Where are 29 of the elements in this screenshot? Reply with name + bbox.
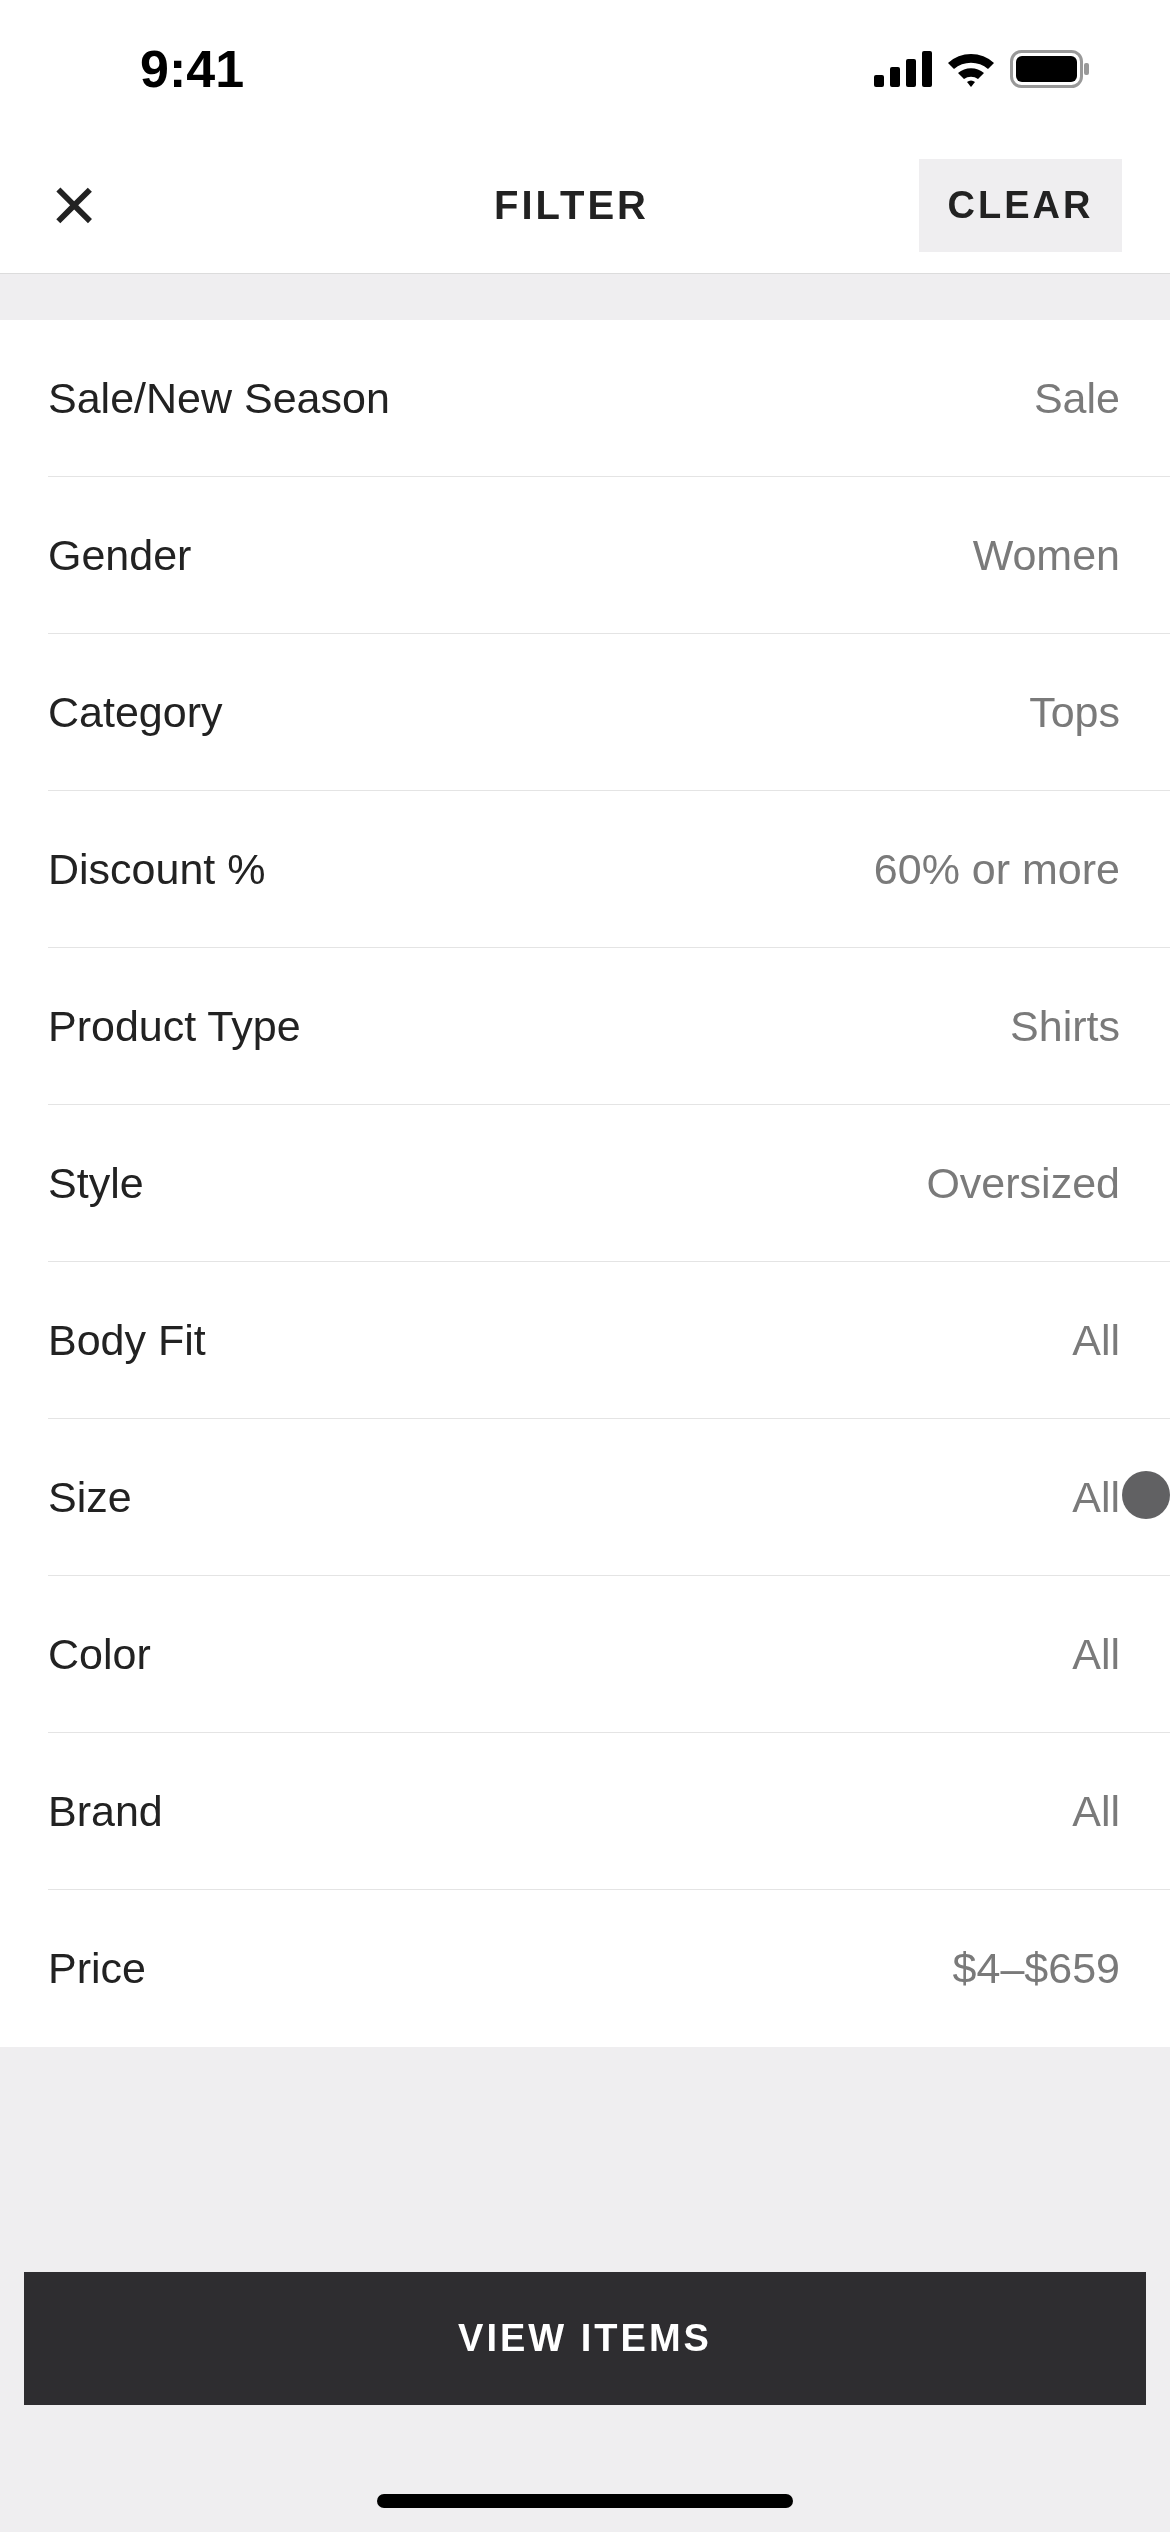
filter-label[interactable]: Gender [48,522,192,588]
filter-value[interactable]: All [1072,1621,1120,1687]
filter-value[interactable]: All [1072,1307,1120,1373]
filter-label[interactable]: Size [48,1464,132,1530]
filter-value[interactable]: All [1072,1778,1120,1844]
filter-label[interactable]: Color [48,1621,151,1687]
filter-label[interactable]: Style [48,1150,144,1216]
filter-label[interactable]: Product Type [48,993,301,1059]
clear-button[interactable]: CLEAR [919,158,1122,252]
battery-icon [1010,49,1090,88]
filter-value[interactable]: Oversized [926,1150,1120,1216]
filter-label[interactable]: Price [48,1936,146,2001]
filter-label[interactable]: Brand [48,1778,163,1844]
filter-label[interactable]: Discount % [48,836,266,902]
filter-label[interactable]: Category [48,679,223,745]
filter-value[interactable]: Tops [1029,679,1120,745]
filter-value[interactable]: $4–$659 [952,1936,1120,2001]
filter-label[interactable]: Sale/New Season [48,365,390,431]
filter-value[interactable]: Sale [1033,365,1120,431]
page-title: FILTER [494,182,649,229]
filter-value[interactable]: 60% or more [873,836,1120,902]
filter-value[interactable]: All [1072,1464,1120,1530]
view-items-button[interactable]: VIEW ITEMS [24,2272,1146,2405]
filter-label[interactable]: Body Fit [48,1307,206,1373]
filter-value[interactable]: Women [972,522,1120,588]
status-time: 9:41 [140,38,245,100]
close-button[interactable]: × [44,175,104,235]
filter-value[interactable]: Shirts [1010,993,1120,1059]
signal-icon [874,50,932,87]
